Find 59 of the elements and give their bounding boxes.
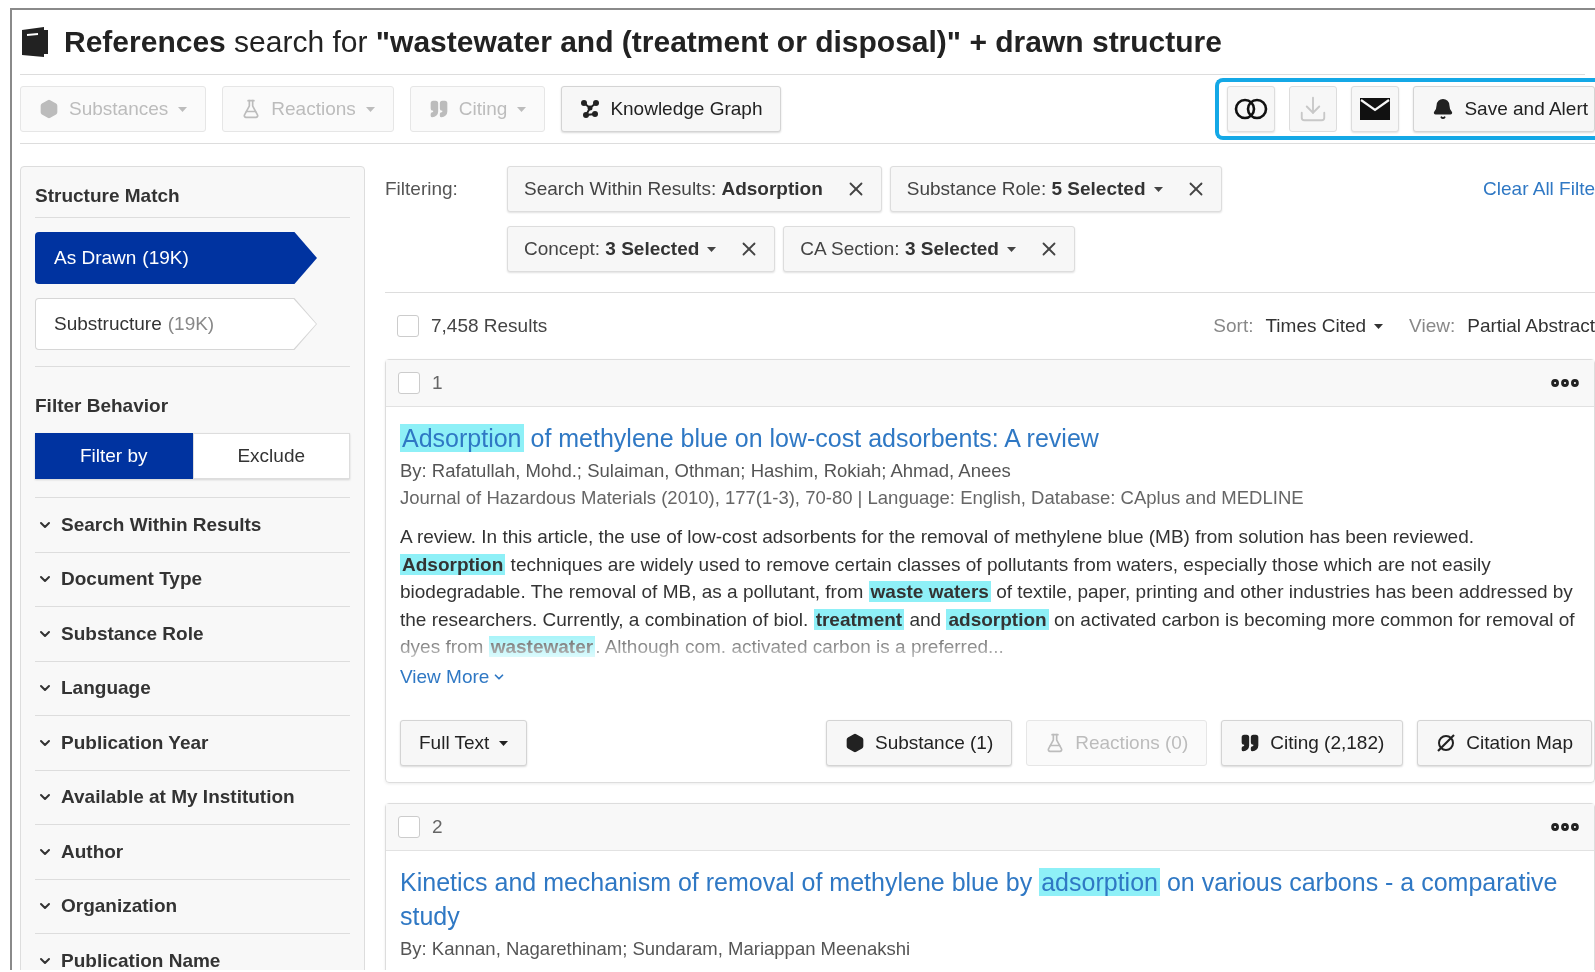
envelope-icon [1360,98,1391,120]
graph-icon [580,99,601,119]
filter-chip[interactable]: Substance Role: 5 Selected [889,166,1222,212]
facet-header[interactable]: Search Within Results [35,497,350,552]
hexagon-icon [844,733,865,753]
quote-icon [428,99,449,119]
result-title-link[interactable]: Adsorption of methylene blue on low-cost adsorbents: A review [400,421,1594,455]
authors-text: By: Rafatullah, Mohd.; Sulaiman, Othman; Hashim, Rokiah; Ahmad, Anees [400,459,1012,483]
sort-label: Sort: [1213,315,1254,337]
segment-button[interactable]: Filter by [35,433,193,479]
structure-match-option[interactable]: Substructure (19K) [35,298,317,350]
facet-header[interactable]: Publication Name [35,933,350,970]
facet-header[interactable]: Substance Role [35,606,350,661]
checkbox[interactable] [398,816,420,838]
result-number: 1 [432,372,443,394]
filter-chip[interactable]: CA Section: 3 Selected [783,226,1075,272]
segment-button[interactable]: Exclude [192,433,350,479]
caret-icon [499,740,509,746]
caret-icon [1374,323,1384,329]
toolbar-button[interactable]: Knowledge Graph [561,86,782,132]
bell-icon [1432,98,1455,120]
facet-header[interactable]: Available at My Institution [35,769,350,824]
section-title: Structure Match [35,177,350,218]
facet-header[interactable]: Document Type [35,551,350,606]
action-button[interactable]: Citing (2,182) [1221,720,1404,766]
full-text-button[interactable]: Full Text [400,720,528,766]
action-button[interactable]: Substance (1) [825,720,1013,766]
results-count: 7,458 Results [431,315,548,337]
section-title: Filter Behavior [35,394,170,418]
save-alert-button[interactable]: Save and Alert [1413,86,1595,132]
view-label: View: [1409,315,1456,337]
result-number: 2 [432,816,443,838]
filter-chip[interactable]: Search Within Results: Adsorption [507,166,882,212]
source-text: Journal of Hazardous Materials (2010), 177(1-3), 70-80 | Language: English, Database: CAplus and MEDLINE [400,486,1305,510]
facet-header[interactable]: Author [35,824,350,879]
facet-header[interactable]: Organization [35,878,350,933]
result-title-link[interactable]: Kinetics and mechanism of removal of methylene blue by adsorption on various carbons - a comparative study [400,865,1594,933]
structure-match-option[interactable]: As Drawn (19K) [35,232,317,284]
icon-button[interactable] [1351,86,1400,132]
sort-dropdown[interactable]: Times Cited [1265,315,1384,337]
slashed-circle-icon [1436,733,1457,753]
abstract-text: A review. In this article, the use of low-cost adsorbents for the removal of methylene blue (MB) from solution has been reviewed. Adsorption techniques are widely used to remove certain classes of pollutants from waters, especially those which are not easily biodegradable. The removal of MB, as a pollutant, from waste waters of textile, paper, printing and other industries has been addressed by the researchers. Currently, a combination of biol. treatment and adsorption on activated carbon is becoming more common for removal of dyes from wastewater. Although com. activated carbon is a preferred... [400,525,1576,659]
facet-header[interactable]: Publication Year [35,715,350,770]
book-icon [20,26,50,58]
view-more-link[interactable]: View More [400,666,507,688]
page-title: References search for "wastewater and (treatment or disposal)" + drawn structure [64,25,1222,59]
authors-text: By: Kannan, Nagarethinam; Sundaram, Mariappan Meenakshi [400,937,912,961]
icon-button[interactable] [1227,86,1276,132]
view-dropdown[interactable]: Partial Abstract [1467,315,1595,337]
action-button[interactable]: Citation Map [1417,720,1592,766]
filtering-label: Filtering: [385,177,459,200]
overlapping-circles-icon [1234,98,1269,120]
clear-filters-link[interactable]: Clear All Filte [1483,166,1595,200]
checkbox[interactable] [398,372,420,394]
checkbox[interactable] [397,315,419,337]
facet-header[interactable]: Language [35,660,350,715]
quote-icon [1240,733,1261,753]
hexagon-icon [39,99,59,119]
filter-chip[interactable]: Concept: 3 Selected [507,226,776,272]
